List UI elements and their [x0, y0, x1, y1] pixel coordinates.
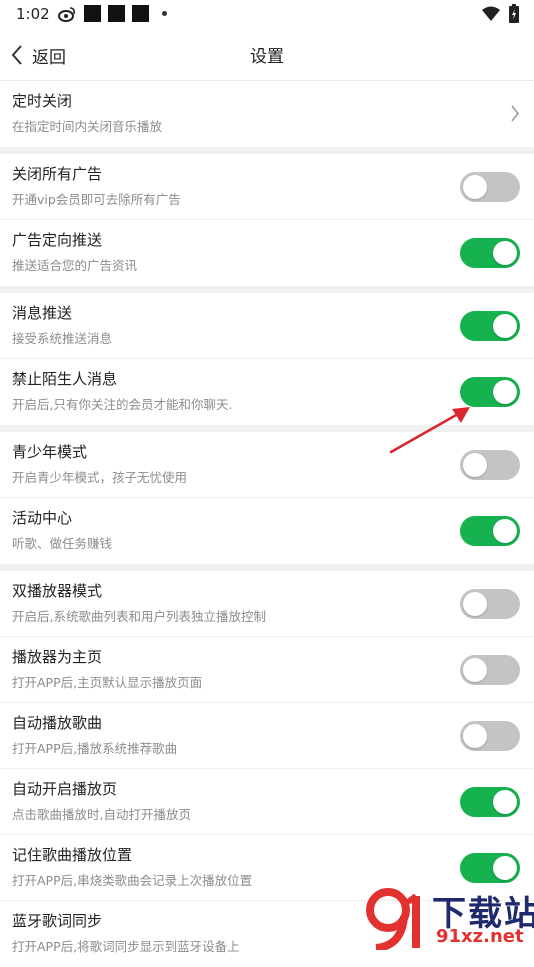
- setting-title: 定时关闭: [12, 92, 73, 110]
- setting-row-autoplay: 自动播放歌曲 打开APP后,播放系统推荐歌曲: [0, 703, 534, 769]
- player-home-toggle[interactable]: [460, 655, 520, 685]
- close-ads-toggle[interactable]: [460, 172, 520, 202]
- setting-description: 打开APP后,将歌词同步显示到蓝牙设备上: [12, 939, 240, 954]
- status-bar: 1:02: [0, 0, 534, 30]
- weibo-icon: [58, 7, 75, 22]
- status-time: 1:02: [16, 5, 50, 23]
- setting-title: 记住歌曲播放位置: [12, 846, 133, 864]
- toggle-knob: [463, 658, 487, 682]
- wifi-icon: [482, 6, 500, 21]
- setting-title: 蓝牙歌词同步: [12, 912, 103, 930]
- toggle-knob: [463, 724, 487, 748]
- app-header: 返回 设置: [0, 30, 534, 81]
- setting-row-auto-open-player: 自动开启播放页 点击歌曲播放时,自动打开播放页: [0, 769, 534, 835]
- settings-list: 定时关闭 在指定时间内关闭音乐播放 关闭所有广告 开通vip会员即可去除所有广告…: [0, 81, 534, 967]
- setting-description: 听歌、做任务赚钱: [12, 536, 113, 551]
- setting-description: 开通vip会员即可去除所有广告: [12, 192, 181, 207]
- setting-description: 打开APP后,播放系统推荐歌曲: [12, 741, 178, 756]
- setting-row-message-push: 消息推送 接受系统推送消息: [0, 293, 534, 359]
- toggle-knob: [493, 790, 517, 814]
- notification-icon: [84, 5, 101, 22]
- watermark-url: 91xz.net: [436, 926, 524, 947]
- setting-title: 自动播放歌曲: [12, 714, 103, 732]
- toggle-knob: [493, 314, 517, 338]
- toggle-knob: [493, 241, 517, 265]
- page-title: 设置: [250, 47, 284, 67]
- auto-open-player-toggle[interactable]: [460, 787, 520, 817]
- setting-description: 开启后,系统歌曲列表和用户列表独立播放控制: [12, 609, 266, 624]
- toggle-knob: [493, 856, 517, 880]
- setting-row-player-home: 播放器为主页 打开APP后,主页默认显示播放页面: [0, 637, 534, 703]
- battery-icon: [509, 4, 519, 23]
- autoplay-toggle[interactable]: [460, 721, 520, 751]
- dual-player-toggle[interactable]: [460, 589, 520, 619]
- toggle-knob: [463, 175, 487, 199]
- notification-icon: [132, 5, 149, 22]
- toggle-knob: [493, 380, 517, 404]
- setting-title: 双播放器模式: [12, 582, 103, 600]
- toggle-knob: [493, 519, 517, 543]
- chevron-right-icon: [511, 105, 519, 122]
- setting-description: 开启后,只有你关注的会员才能和你聊天.: [12, 397, 233, 412]
- setting-title: 广告定向推送: [12, 231, 103, 249]
- site-watermark: 下载站 91xz.net: [366, 886, 534, 950]
- setting-title: 青少年模式: [12, 443, 88, 461]
- setting-description: 接受系统推送消息: [12, 331, 113, 346]
- activity-center-toggle[interactable]: [460, 516, 520, 546]
- setting-description: 打开APP后,串烧类歌曲会记录上次播放位置: [12, 873, 253, 888]
- toggle-knob: [463, 453, 487, 477]
- watermark-logo-icon: [366, 888, 420, 950]
- setting-title: 关闭所有广告: [12, 165, 103, 183]
- setting-title: 禁止陌生人消息: [12, 370, 118, 388]
- setting-row-close-ads: 关闭所有广告 开通vip会员即可去除所有广告: [0, 154, 534, 220]
- setting-row-dual-player: 双播放器模式 开启后,系统歌曲列表和用户列表独立播放控制: [0, 571, 534, 637]
- setting-description: 点击歌曲播放时,自动打开播放页: [12, 807, 191, 822]
- more-notifications-icon: [162, 11, 167, 16]
- setting-description: 打开APP后,主页默认显示播放页面: [12, 675, 203, 690]
- setting-title: 活动中心: [12, 509, 73, 527]
- section-divider: [0, 564, 534, 571]
- setting-title: 自动开启播放页: [12, 780, 118, 798]
- setting-row-activity-center: 活动中心 听歌、做任务赚钱: [0, 498, 534, 564]
- remember-position-toggle[interactable]: [460, 853, 520, 883]
- setting-description: 在指定时间内关闭音乐播放: [12, 119, 163, 134]
- targeted-ads-toggle[interactable]: [460, 238, 520, 268]
- setting-title: 播放器为主页: [12, 648, 103, 666]
- section-divider: [0, 286, 534, 293]
- setting-description: 推送适合您的广告资讯: [12, 258, 138, 273]
- section-divider: [0, 147, 534, 154]
- setting-title: 消息推送: [12, 304, 73, 322]
- notification-icon: [108, 5, 125, 22]
- block-strangers-toggle[interactable]: [460, 377, 520, 407]
- toggle-knob: [463, 592, 487, 616]
- message-push-toggle[interactable]: [460, 311, 520, 341]
- setting-description: 开启青少年模式，孩子无忧使用: [12, 470, 188, 485]
- setting-row-timer-close[interactable]: 定时关闭 在指定时间内关闭音乐播放: [0, 81, 534, 147]
- setting-row-targeted-ads: 广告定向推送 推送适合您的广告资讯: [0, 220, 534, 286]
- annotation-arrow-icon: [389, 407, 470, 454]
